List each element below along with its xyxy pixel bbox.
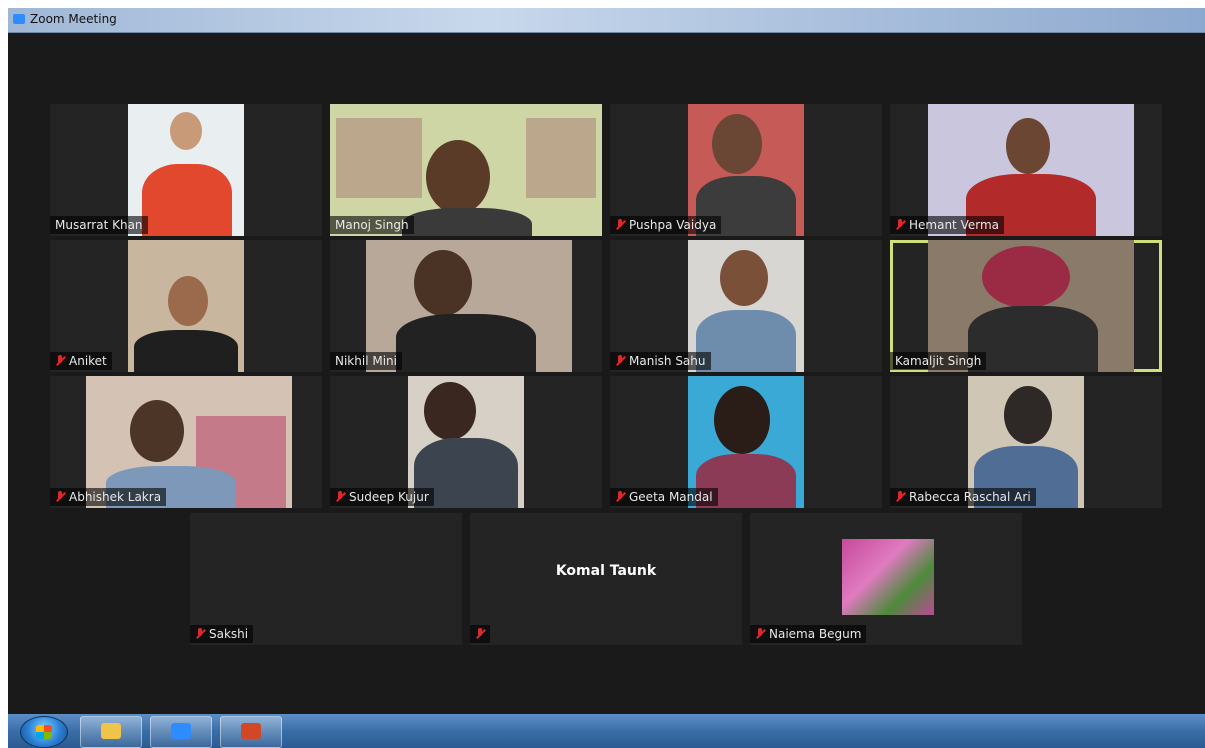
- participant-tile[interactable]: Geeta Mandal: [610, 376, 882, 508]
- participant-tile[interactable]: Hemant Verma: [890, 104, 1162, 236]
- participant-name: Musarrat Khan: [55, 218, 143, 232]
- participant-name: Manoj Singh: [335, 218, 409, 232]
- participant-name-bar: Geeta Mandal: [610, 488, 718, 506]
- participant-name-bar: Sudeep Kujur: [330, 488, 434, 506]
- muted-mic-icon: [755, 628, 765, 640]
- participant-name: Geeta Mandal: [629, 490, 713, 504]
- participant-name: Aniket: [69, 354, 107, 368]
- participant-name-bar: Abhishek Lakra: [50, 488, 167, 506]
- participant-name: Pushpa Vaidya: [629, 218, 717, 232]
- zoom-app-icon: [13, 14, 25, 24]
- window-title: Zoom Meeting: [30, 12, 117, 26]
- participant-name-bar: Nikhil Mini: [330, 352, 402, 370]
- participant-name-bar: Rabecca Raschal Ari: [890, 488, 1036, 506]
- gallery-view: Musarrat Khan Manoj Singh Pushpa Vaidya: [8, 33, 1205, 714]
- folder-icon: [101, 723, 121, 739]
- participant-tile-active-speaker[interactable]: Kamaljit Singh: [890, 240, 1162, 372]
- participant-name: Sudeep Kujur: [349, 490, 429, 504]
- windows-taskbar: [8, 714, 1205, 748]
- participant-tile[interactable]: Musarrat Khan: [50, 104, 322, 236]
- powerpoint-taskbar-button[interactable]: [220, 716, 282, 748]
- muted-mic-icon: [615, 355, 625, 367]
- participant-video: [128, 240, 244, 372]
- muted-mic-icon: [615, 491, 625, 503]
- participant-name-bar: Pushpa Vaidya: [610, 216, 722, 234]
- participant-tile[interactable]: Manoj Singh: [330, 104, 602, 236]
- participant-tile[interactable]: Manish Sahu: [610, 240, 882, 372]
- participant-tile[interactable]: Komal Taunk: [470, 513, 742, 645]
- participant-name-bar: Musarrat Khan: [50, 216, 148, 234]
- muted-mic-icon: [55, 491, 65, 503]
- muted-mic-icon: [55, 355, 65, 367]
- participant-name: Sakshi: [209, 627, 249, 641]
- muted-mic-icon: [335, 491, 345, 503]
- participant-name-bar: Manish Sahu: [610, 352, 711, 370]
- participant-tile[interactable]: Sakshi: [190, 513, 462, 645]
- muted-mic-icon: [895, 491, 905, 503]
- profile-picture-flowers: [842, 539, 934, 615]
- participant-name-bar: Naiema Begum: [750, 625, 867, 643]
- participant-display-name: Komal Taunk: [555, 563, 657, 579]
- participant-name: Kamaljit Singh: [895, 354, 982, 368]
- zoom-taskbar-button[interactable]: [150, 716, 212, 748]
- muted-mic-icon: [475, 628, 485, 640]
- participant-name-bar: Kamaljit Singh: [890, 352, 987, 370]
- participant-name-bar: [470, 625, 490, 643]
- participant-tile[interactable]: Aniket: [50, 240, 322, 372]
- participant-tile[interactable]: Pushpa Vaidya: [610, 104, 882, 236]
- participant-name-bar: Manoj Singh: [330, 216, 414, 234]
- participant-name: Abhishek Lakra: [69, 490, 162, 504]
- participant-tile[interactable]: Naiema Begum: [750, 513, 1022, 645]
- zoom-icon: [171, 723, 191, 739]
- muted-mic-icon: [195, 628, 205, 640]
- participant-name-bar: Hemant Verma: [890, 216, 1004, 234]
- participant-tile[interactable]: Nikhil Mini: [330, 240, 602, 372]
- participant-name: Manish Sahu: [629, 354, 706, 368]
- participant-tile[interactable]: Rabecca Raschal Ari: [890, 376, 1162, 508]
- participant-name-bar: Sakshi: [190, 625, 254, 643]
- participant-tile[interactable]: Abhishek Lakra: [50, 376, 322, 508]
- participant-name: Hemant Verma: [909, 218, 999, 232]
- start-button[interactable]: [20, 716, 68, 748]
- muted-mic-icon: [895, 219, 905, 231]
- participant-name-bar: Aniket: [50, 352, 112, 370]
- title-bar: Zoom Meeting: [8, 8, 1205, 33]
- participant-name: Nikhil Mini: [335, 354, 397, 368]
- zoom-meeting-window: Zoom Meeting Musarrat Khan Manoj Singh P…: [8, 8, 1205, 714]
- powerpoint-icon: [241, 723, 261, 739]
- muted-mic-icon: [615, 219, 625, 231]
- participant-name: Naiema Begum: [769, 627, 862, 641]
- file-explorer-button[interactable]: [80, 716, 142, 748]
- participant-tile[interactable]: Sudeep Kujur: [330, 376, 602, 508]
- participant-name: Rabecca Raschal Ari: [909, 490, 1031, 504]
